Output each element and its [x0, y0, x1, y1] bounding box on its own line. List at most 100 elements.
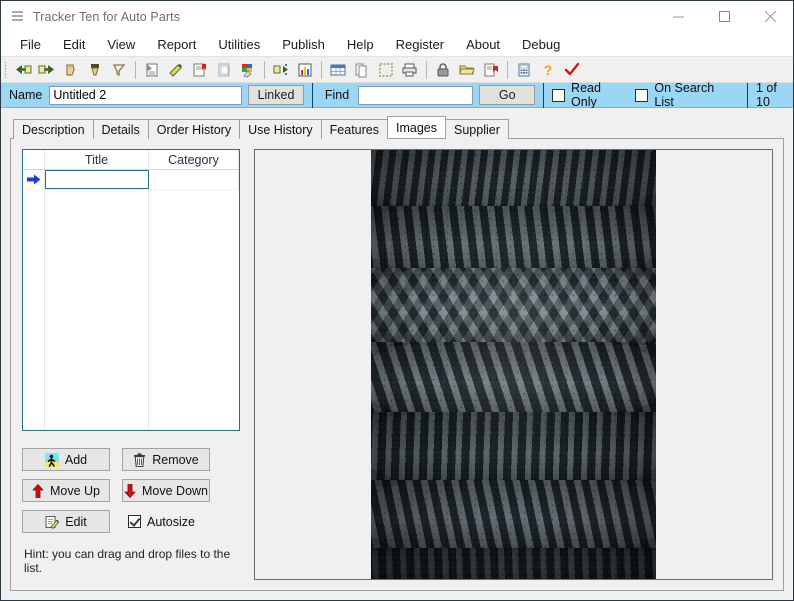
- menu-item-utilities[interactable]: Utilities: [207, 34, 271, 55]
- window-title: Tracker Ten for Auto Parts: [33, 10, 180, 24]
- remove-button[interactable]: Remove: [122, 448, 210, 471]
- read-only-label: Read Only: [571, 81, 619, 109]
- find-label: Find: [321, 88, 356, 102]
- toolbar-grip[interactable]: [4, 61, 7, 78]
- images-left-column: Title Category: [22, 149, 240, 580]
- toolbar-separator: [321, 61, 322, 79]
- image-preview-panel[interactable]: [254, 149, 773, 580]
- go-button[interactable]: Go: [479, 85, 535, 105]
- record-bar-divider: [747, 83, 748, 108]
- next-record-icon[interactable]: [60, 59, 82, 81]
- close-button[interactable]: [747, 1, 793, 32]
- menu-item-edit[interactable]: Edit: [52, 34, 96, 55]
- lock-icon[interactable]: [432, 59, 454, 81]
- grid-icon[interactable]: [327, 59, 349, 81]
- list-gutter-filler: [23, 190, 45, 430]
- on-search-list-label: On Search List: [654, 81, 723, 109]
- menu-item-about[interactable]: About: [455, 34, 511, 55]
- on-search-list-checkbox[interactable]: On Search List: [635, 81, 723, 109]
- edit-button[interactable]: Edit: [22, 510, 110, 533]
- list-category-filler: [149, 190, 239, 430]
- tab-order-history[interactable]: Order History: [148, 119, 240, 139]
- menu-item-help[interactable]: Help: [336, 34, 385, 55]
- trash-icon: [133, 453, 146, 467]
- duplicate-icon[interactable]: [351, 59, 373, 81]
- edit-pencil-icon: [45, 515, 59, 529]
- column-header-title[interactable]: Title: [45, 150, 149, 169]
- images-button-grid: Add Remove: [22, 448, 240, 533]
- title-bar: Tracker Ten for Auto Parts: [1, 1, 793, 32]
- record-bar: Name Linked Find Go Read Only On Search …: [1, 83, 793, 108]
- images-list-empty-area[interactable]: [23, 190, 239, 430]
- blue-arrow-icon: [27, 174, 41, 185]
- move-up-button[interactable]: Move Up: [22, 479, 110, 502]
- row-marker-cell: [23, 170, 45, 189]
- open-folder-icon[interactable]: [456, 59, 478, 81]
- autosize-checkbox[interactable]: Autosize: [122, 510, 210, 533]
- toolbar-separator: [426, 61, 427, 79]
- category-cell[interactable]: [149, 170, 239, 189]
- new-record-icon[interactable]: [141, 59, 163, 81]
- menu-item-debug[interactable]: Debug: [511, 34, 571, 55]
- images-list-header-gutter: [23, 150, 45, 169]
- record-counter: 1 of 10: [756, 81, 789, 109]
- name-label: Name: [5, 88, 49, 102]
- save-icon[interactable]: [480, 59, 502, 81]
- move-down-button[interactable]: Move Down: [122, 479, 210, 502]
- client-area: Description Details Order History Use Hi…: [1, 108, 793, 600]
- svg-text:?: ?: [544, 62, 553, 78]
- red-down-arrow-icon: [124, 484, 136, 498]
- tab-details[interactable]: Details: [93, 119, 149, 139]
- menu-item-report[interactable]: Report: [146, 34, 207, 55]
- add-button[interactable]: Add: [22, 448, 110, 471]
- window-controls: [655, 1, 793, 32]
- title-cell-editor[interactable]: [45, 170, 149, 189]
- filter-icon[interactable]: [108, 59, 130, 81]
- print-icon[interactable]: [399, 59, 421, 81]
- column-header-category[interactable]: Category: [149, 150, 239, 169]
- last-record-icon[interactable]: [84, 59, 106, 81]
- check-icon[interactable]: [561, 59, 583, 81]
- image-frame-icon[interactable]: [375, 59, 397, 81]
- help-icon[interactable]: ?: [537, 59, 559, 81]
- menu-item-view[interactable]: View: [96, 34, 146, 55]
- name-input[interactable]: [49, 86, 242, 105]
- menu-item-register[interactable]: Register: [385, 34, 455, 55]
- first-record-icon[interactable]: [12, 59, 34, 81]
- toolbar: ?: [1, 57, 793, 83]
- menu-item-file[interactable]: File: [9, 34, 52, 55]
- copy-record-icon[interactable]: [213, 59, 235, 81]
- linked-button[interactable]: Linked: [248, 85, 304, 105]
- calculator-icon[interactable]: [513, 59, 535, 81]
- tab-description[interactable]: Description: [13, 119, 94, 139]
- autosize-checkbox-box: [128, 515, 141, 528]
- goto-icon[interactable]: [270, 59, 292, 81]
- read-only-checkbox-box: [552, 89, 565, 102]
- remove-button-label: Remove: [152, 453, 199, 467]
- chart-icon[interactable]: [294, 59, 316, 81]
- maximize-button[interactable]: [701, 1, 747, 32]
- tab-images[interactable]: Images: [387, 116, 446, 138]
- paint-icon[interactable]: [237, 59, 259, 81]
- edit-record-icon[interactable]: [165, 59, 187, 81]
- edit-button-label: Edit: [65, 515, 87, 529]
- minimize-button[interactable]: [655, 1, 701, 32]
- table-row[interactable]: [23, 170, 239, 190]
- previous-record-icon[interactable]: [36, 59, 58, 81]
- record-bar-divider: [312, 83, 313, 108]
- find-input[interactable]: [358, 86, 473, 105]
- list-title-filler: [45, 190, 149, 430]
- tab-supplier[interactable]: Supplier: [445, 119, 509, 139]
- images-list[interactable]: Title Category: [22, 149, 240, 431]
- toolbar-separator: [507, 61, 508, 79]
- read-only-checkbox[interactable]: Read Only: [552, 81, 619, 109]
- tab-use-history[interactable]: Use History: [239, 119, 322, 139]
- tab-features[interactable]: Features: [321, 119, 388, 139]
- red-up-arrow-icon: [32, 484, 44, 498]
- delete-record-icon[interactable]: [189, 59, 211, 81]
- person-add-icon: [45, 453, 59, 467]
- menu-bar: File Edit View Report Utilities Publish …: [1, 32, 793, 57]
- menu-item-publish[interactable]: Publish: [271, 34, 336, 55]
- record-bar-divider: [543, 83, 544, 108]
- images-list-header: Title Category: [23, 150, 239, 170]
